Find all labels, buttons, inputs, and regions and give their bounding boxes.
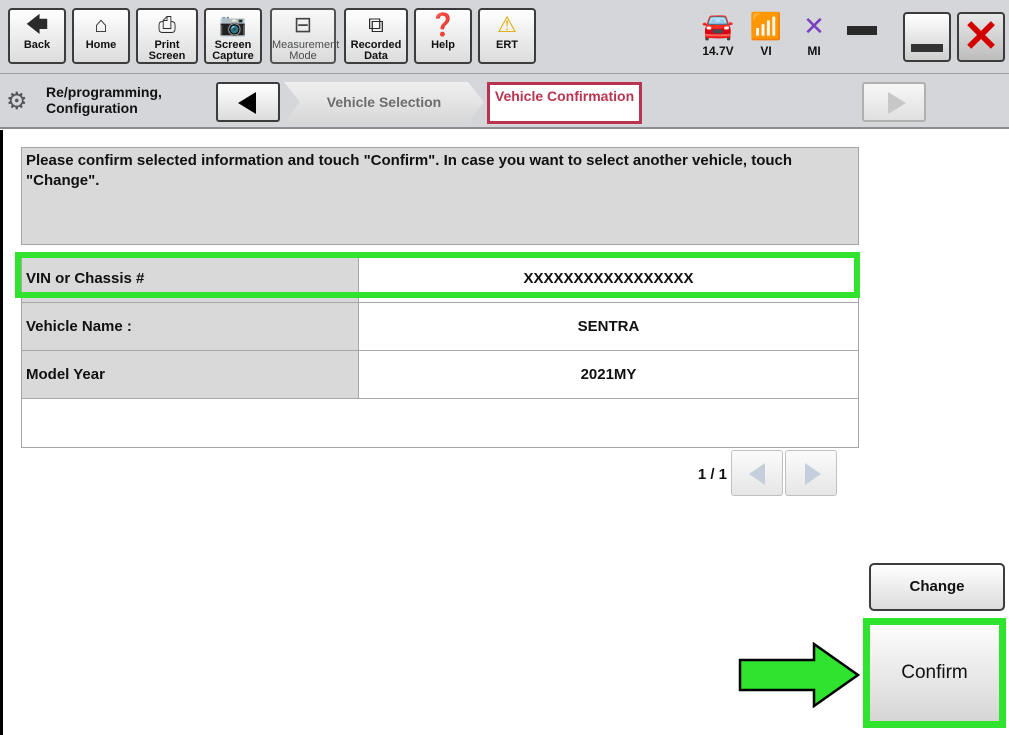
screen-capture-button[interactable]: 📷 Screen Capture	[204, 8, 262, 64]
table-row: Model Year 2021MY	[22, 351, 858, 399]
recorded-data-button[interactable]: ⧉ Recorded Data	[344, 8, 408, 64]
home-icon: ⌂	[94, 12, 108, 37]
vin-value: XXXXXXXXXXXXXXXXX	[359, 255, 858, 302]
measurement-mode-button[interactable]: ⊟ Measurement Mode	[270, 8, 339, 64]
back-arrow-icon: 🡄	[25, 12, 49, 37]
device-status: ▬	[838, 8, 886, 66]
left-arrow-icon	[749, 463, 765, 485]
close-button[interactable]: ✕	[957, 12, 1005, 62]
crumb-vehicle-confirmation: Vehicle Confirmation	[487, 82, 642, 124]
printer-icon: ⎙	[158, 12, 176, 37]
reprogramming-icon: ⚙	[6, 88, 28, 115]
main-content: Please confirm selected information and …	[0, 130, 1009, 735]
row-label: Model Year	[22, 351, 359, 398]
close-icon: ✕	[962, 12, 1000, 61]
previous-step-button[interactable]	[216, 82, 280, 122]
recorded-data-icon: ⧉	[368, 12, 384, 37]
minimize-icon	[911, 44, 943, 52]
next-step-button[interactable]	[862, 82, 926, 122]
pointer-arrow-shape	[738, 642, 861, 708]
warning-icon: ⚠	[497, 12, 517, 37]
page-indicator: 1 / 1	[697, 466, 727, 483]
device-icon: ▬	[847, 9, 877, 42]
vi-status: 📶 VI	[742, 8, 790, 66]
instruction-text: Please confirm selected information and …	[21, 147, 859, 245]
reprogramming-section: ⚙ Re/programming, Configuration	[6, 82, 212, 122]
table-row	[22, 399, 858, 447]
page-prev-button[interactable]	[731, 450, 783, 496]
page-next-button[interactable]	[785, 450, 837, 496]
disconnected-icon: ✕	[803, 11, 825, 41]
empty-row	[22, 399, 858, 447]
table-row: Vehicle Name : SENTRA	[22, 303, 858, 351]
toolbar: 🡄 Back ⌂ Home ⎙ Print Screen 📷 Screen Ca…	[0, 0, 1009, 74]
print-screen-button[interactable]: ⎙ Print Screen	[136, 8, 198, 64]
ert-button[interactable]: ⚠ ERT	[478, 8, 536, 64]
mi-status: ✕ MI	[790, 8, 838, 66]
left-arrow-icon	[238, 92, 256, 114]
pointer-arrow-icon	[738, 642, 861, 708]
vehicle-info-table: VIN or Chassis # XXXXXXXXXXXXXXXXX Vehic…	[21, 254, 859, 448]
crumb-vehicle-selection[interactable]: Vehicle Selection	[284, 82, 484, 122]
battery-status: 🚘 14.7V	[694, 8, 742, 66]
minimize-button[interactable]	[903, 12, 951, 62]
home-button[interactable]: ⌂ Home	[72, 8, 130, 64]
right-arrow-icon	[888, 92, 906, 114]
car-icon: 🚘	[701, 11, 735, 41]
camera-icon: 📷	[219, 12, 247, 37]
model-year-value: 2021MY	[359, 351, 858, 398]
back-button[interactable]: 🡄 Back	[8, 8, 66, 64]
right-arrow-icon	[805, 463, 821, 485]
help-icon: ❓	[429, 12, 457, 37]
change-button[interactable]: Change	[869, 563, 1005, 611]
signal-icon: 📶	[749, 11, 783, 41]
table-row: VIN or Chassis # XXXXXXXXXXXXXXXXX	[22, 255, 858, 303]
meter-icon: ⊟	[293, 12, 313, 37]
section-label: Re/programming, Configuration	[46, 84, 162, 116]
vehicle-name-value: SENTRA	[359, 303, 858, 350]
confirm-button[interactable]: Confirm	[863, 618, 1006, 728]
breadcrumb: ⚙ Re/programming, Configuration Vehicle …	[0, 74, 1009, 129]
help-button[interactable]: ❓ Help	[414, 8, 472, 64]
row-label: VIN or Chassis #	[22, 255, 359, 302]
row-label: Vehicle Name :	[22, 303, 359, 350]
